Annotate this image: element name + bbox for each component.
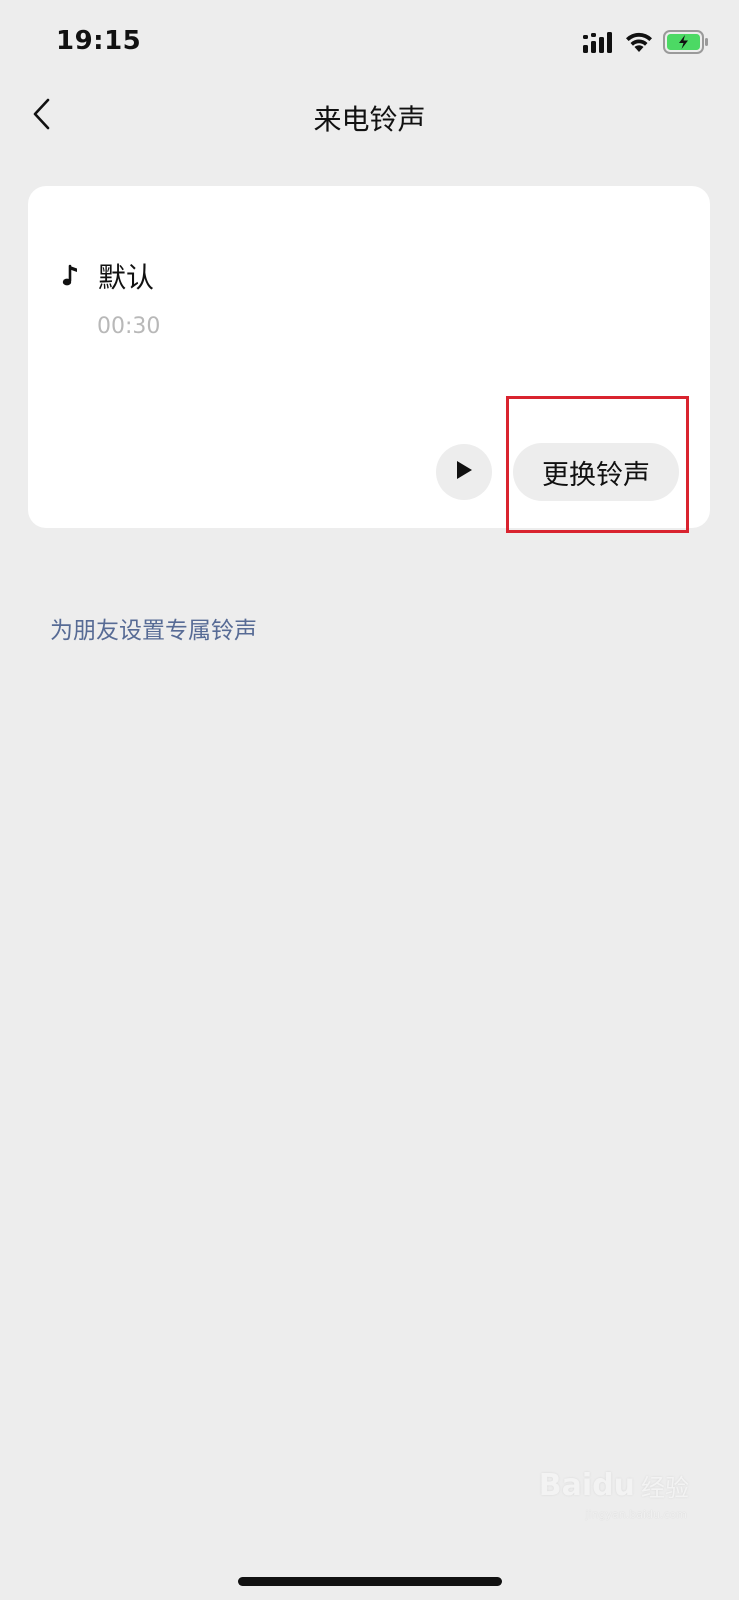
play-button[interactable] <box>436 444 492 500</box>
ringtone-card: 默认 00:30 更换铃声 <box>28 186 710 528</box>
nav-bar: 来电铃声 <box>0 90 739 146</box>
music-note-icon <box>62 263 82 289</box>
wifi-icon <box>625 31 653 57</box>
signal-bars-icon <box>583 31 615 57</box>
home-indicator <box>238 1577 502 1586</box>
ringtone-name: 默认 <box>98 261 155 294</box>
watermark-logo-cn: 经验 <box>641 1474 689 1502</box>
battery-charging-icon <box>663 30 709 58</box>
watermark-url: jingyan.baidu.com <box>585 1508 687 1521</box>
ringtone-duration: 00:30 <box>97 314 161 339</box>
friend-ringtone-link[interactable]: 为朋友设置专属铃声 <box>50 611 257 645</box>
watermark-logo: Baidu <box>538 1468 635 1503</box>
status-bar: 19:15 <box>0 0 739 90</box>
page-title: 来电铃声 <box>313 103 426 136</box>
ringtone-title-row: 默认 <box>62 256 154 296</box>
change-ringtone-button[interactable]: 更换铃声 <box>513 443 679 501</box>
baidu-jingyan-watermark: Baidu 经验 <box>539 1468 689 1503</box>
status-icons <box>583 30 709 58</box>
status-time: 19:15 <box>56 26 142 56</box>
play-icon <box>453 458 475 486</box>
